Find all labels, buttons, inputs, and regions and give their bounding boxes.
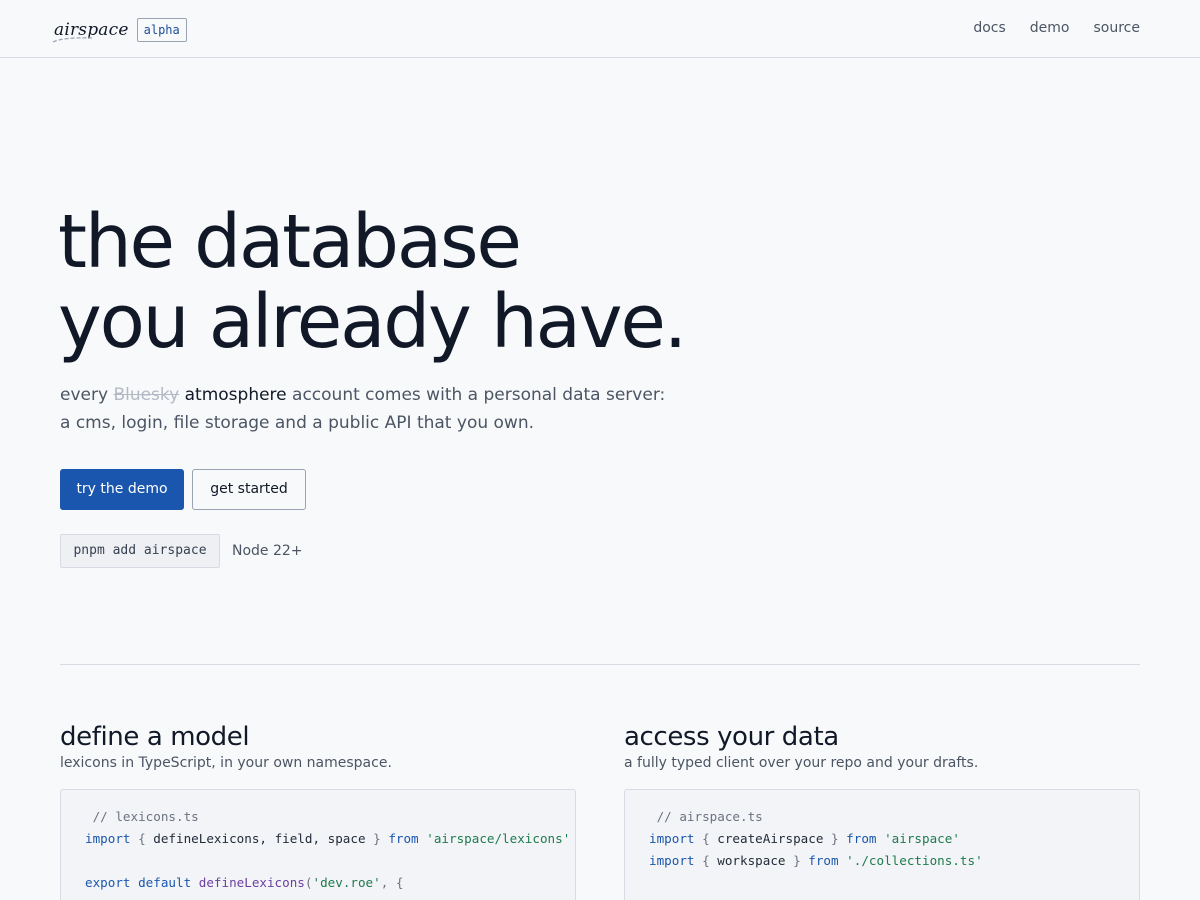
logo-swoosh-icon [52, 37, 93, 43]
code-keyword: import [649, 853, 695, 868]
code-keyword: import [85, 831, 131, 846]
code-comment: // lexicons.ts [92, 809, 199, 824]
code-punct: , { [380, 875, 404, 890]
feature-access-data: access your data a fully typed client ov… [624, 720, 1140, 772]
code-line: // airspace.ts [649, 806, 1139, 828]
logo[interactable]: airspace alpha [52, 16, 187, 44]
code-block-airspace[interactable]: // airspace.ts import { createAirspace } … [624, 789, 1140, 900]
nav-link-source[interactable]: source [1094, 19, 1141, 37]
code-punct: } [365, 831, 389, 846]
hero-title-line-2: you already have. [58, 279, 687, 365]
hero-title: the database you already have. [58, 199, 687, 365]
lede-prefix: every [60, 385, 114, 405]
code-line: import { defineLexicons, field, space } … [85, 828, 575, 850]
site-header: airspace alpha docs demo source [0, 0, 1200, 58]
code-keyword: from [846, 831, 877, 846]
code-string: 'airspace' [876, 831, 960, 846]
code-keyword: export default [85, 875, 192, 890]
code-punct: { [694, 831, 718, 846]
feature-define-model: define a model lexicons in TypeScript, i… [60, 720, 576, 772]
feature-subtitle: a fully typed client over your repo and … [624, 755, 979, 771]
code-line: export default defineLexicons('dev.roe',… [85, 872, 575, 894]
code-line: import { workspace } from './collections… [649, 850, 1139, 872]
code-punct: { [694, 853, 718, 868]
hero-description: every Bluesky atmosphere account comes w… [60, 381, 680, 437]
code-keyword: from [808, 853, 839, 868]
lede-highlight: atmosphere [184, 385, 287, 405]
feature-title: define a model [60, 722, 250, 752]
code-identifiers: defineLexicons, field, space [153, 831, 366, 846]
get-started-button[interactable]: get started [192, 469, 306, 510]
code-keyword: import [649, 831, 695, 846]
code-keyword: from [388, 831, 419, 846]
hero-title-line-1: the database [58, 199, 522, 285]
section-divider [60, 664, 1140, 665]
nav-link-demo[interactable]: demo [1030, 19, 1070, 37]
code-punct: { [130, 831, 154, 846]
code-block-lexicons[interactable]: // lexicons.ts import { defineLexicons, f… [60, 789, 576, 900]
feature-subtitle: lexicons in TypeScript, in your own name… [60, 755, 392, 771]
code-comment: // airspace.ts [656, 809, 763, 824]
node-requirement: Node 22+ [232, 543, 303, 559]
code-string: './collections.ts' [838, 853, 983, 868]
code-string: 'airspace/lexicons' [418, 831, 571, 846]
code-function: defineLexicons [191, 875, 305, 890]
code-punct: } [785, 853, 809, 868]
feature-title: access your data [624, 722, 839, 752]
install-command[interactable]: pnpm add airspace [60, 534, 220, 568]
nav-link-docs[interactable]: docs [973, 19, 1005, 37]
code-identifiers: workspace [717, 853, 786, 868]
try-demo-button[interactable]: try the demo [60, 469, 184, 510]
code-string: 'dev.roe' [312, 875, 381, 890]
code-line: import { createAirspace } from 'airspace… [649, 828, 1139, 850]
code-punct: } [823, 831, 847, 846]
alpha-badge: alpha [136, 18, 187, 42]
code-identifiers: createAirspace [717, 831, 824, 846]
top-nav: docs demo source [973, 19, 1140, 37]
code-line: // lexicons.ts [85, 806, 575, 828]
lede-struck-text: Bluesky [113, 385, 180, 405]
